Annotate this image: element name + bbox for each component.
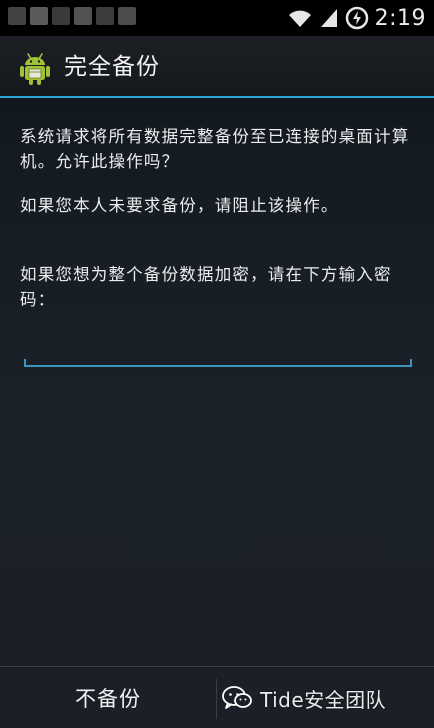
wifi-icon (288, 10, 311, 27)
dialog-title-bar: 完全备份 (0, 36, 434, 98)
password-field-underline (24, 365, 412, 367)
status-indicators: 2:19 (287, 3, 426, 33)
title-divider (0, 96, 434, 98)
dialog-title: 完全备份 (64, 54, 160, 80)
dialog-button-bar: 不备份 (0, 666, 434, 728)
password-field-right-tick (410, 359, 412, 367)
encryption-prompt-message: 如果您想为整个备份数据加密，请在下方输入密码： (20, 265, 392, 309)
backup-data-button[interactable] (217, 667, 434, 728)
password-field-left-tick (24, 359, 26, 367)
no-backup-button[interactable]: 不备份 (0, 667, 216, 728)
signal-icon (320, 9, 337, 27)
status-time: 2:19 (374, 5, 426, 31)
notification-icons-blurred (8, 6, 148, 26)
backup-request-message: 系统请求将所有数据完整备份至已连接的桌面计算机。允许此操作吗？ (20, 127, 410, 171)
android-backup-icon (20, 53, 50, 85)
status-bar: 2:19 (0, 0, 434, 36)
battery-charging-icon (345, 6, 368, 30)
full-backup-screen: 2:19 完全备份 系统请求将所有数据完整备份至已连接的桌面计算机。允许此操作吗… (0, 0, 434, 728)
block-warning-message: 如果您本人未要求备份，请阻止该操作。 (20, 196, 339, 215)
